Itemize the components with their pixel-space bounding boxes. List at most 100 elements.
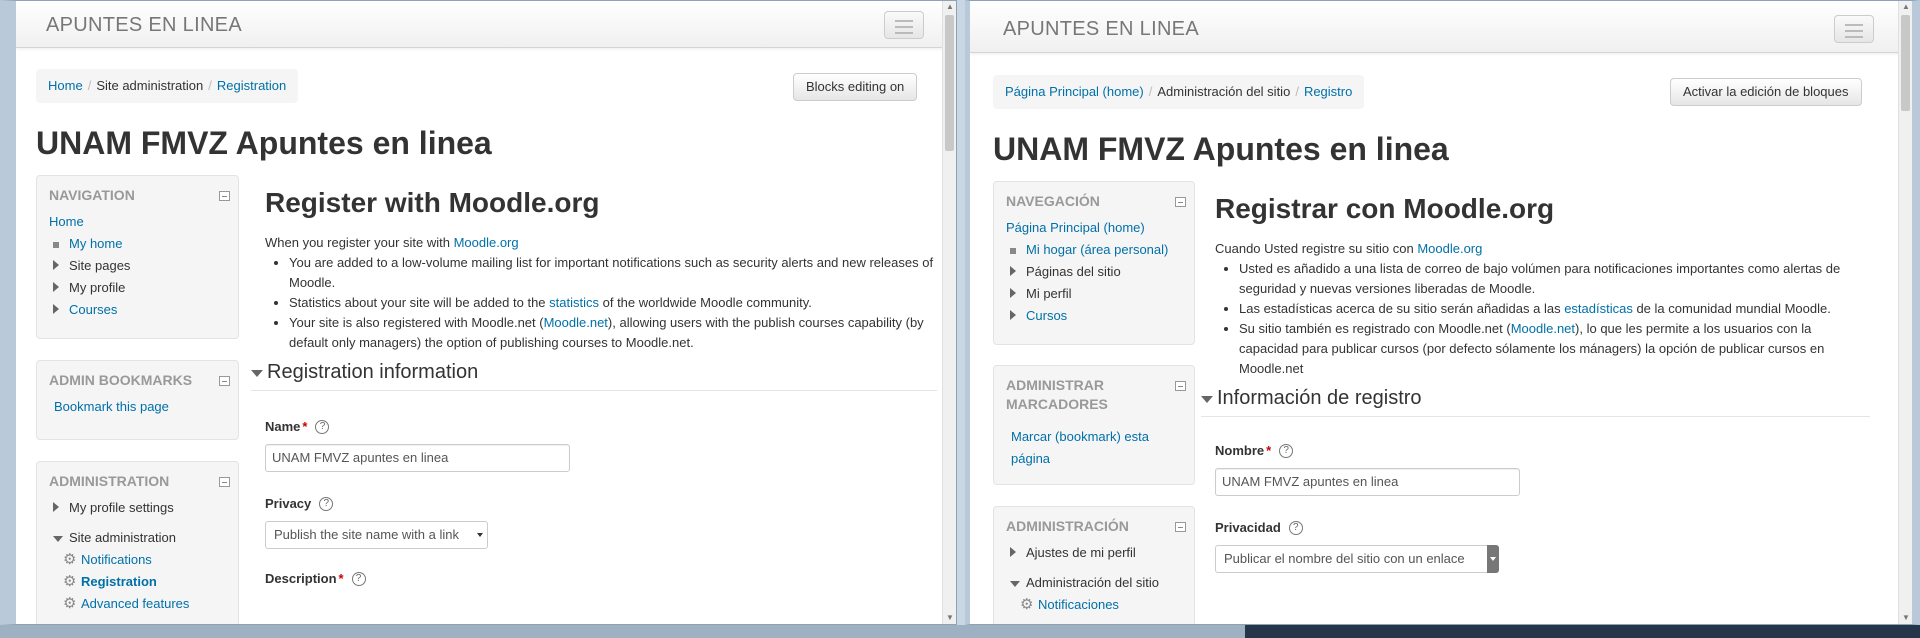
page-title: UNAM FMVZ Apuntes en linea [993,131,1449,167]
scroll-down-arrow[interactable]: ▼ [1899,612,1912,624]
bookmark-this-page-link[interactable]: Bookmark this page [54,399,169,414]
privacy-select[interactable]: Publicar el nombre del sitio con un enla… [1215,545,1499,573]
vertical-scrollbar[interactable]: ▲ ▼ [1898,1,1912,624]
admin-bookmarks-block: ADMIN BOOKMARKS Bookmark this page [36,360,239,440]
menu-toggle-button[interactable] [884,11,924,39]
name-input[interactable]: UNAM FMVZ apuntes en linea [265,444,570,472]
admin-my-profile-settings[interactable]: Ajustes de mi perfil [1026,545,1136,560]
minimize-icon[interactable] [219,191,230,201]
minimize-icon[interactable] [219,477,230,487]
nav-home[interactable]: Página Principal (home) [1006,220,1145,235]
nav-my-profile[interactable]: Mi perfil [1026,286,1072,301]
blocks-editing-button[interactable]: Activar la edición de bloques [1670,78,1862,106]
navigation-block-title: NAVIGATION [49,187,135,203]
admin-notifications[interactable]: Notificaciones [1038,597,1119,612]
nav-my-profile[interactable]: My profile [69,280,125,295]
main-heading: Registrar con Moodle.org [1215,193,1555,224]
breadcrumb-home[interactable]: Home [48,78,83,93]
expand-arrow-icon[interactable] [1010,261,1016,283]
scroll-up-arrow[interactable]: ▲ [1899,1,1912,13]
minimize-icon[interactable] [1175,522,1186,532]
navigation-block: NAVIGATION Home My home Site pages My pr… [36,175,239,339]
breadcrumb-registration[interactable]: Registro [1304,84,1352,99]
nav-my-home[interactable]: Mi hogar (área personal) [1026,242,1168,257]
admin-notifications[interactable]: Notifications [81,552,152,567]
nav-site-pages[interactable]: Páginas del sitio [1026,264,1121,279]
taskbar-area [1245,623,1920,638]
moodle-org-link[interactable]: Moodle.org [1417,241,1482,256]
scrollbar-thumb[interactable] [945,15,954,151]
brand-link[interactable]: APUNTES EN LINEA [46,14,242,37]
navigation-block-title: NAVEGACIÓN [1006,193,1100,209]
brand-link[interactable]: APUNTES EN LINEA [1003,18,1199,41]
nav-home[interactable]: Home [49,214,84,229]
nav-courses[interactable]: Cursos [1026,308,1067,323]
nav-my-home[interactable]: My home [69,236,122,251]
gear-icon: ⚙ [1020,596,1034,613]
benefit-item: Las estadísticas acerca de su sitio será… [1239,299,1870,319]
window-divider [957,0,965,625]
collapse-arrow-icon[interactable] [1010,572,1020,594]
help-icon[interactable]: ? [1288,520,1303,535]
admin-advanced-features[interactable]: Advanced features [81,596,189,611]
admin-bookmarks-title: ADMIN BOOKMARKS [49,372,193,388]
expand-arrow-icon[interactable] [1010,542,1016,564]
chevron-down-icon [1487,545,1499,573]
scrollbar-thumb[interactable] [1901,15,1910,111]
registration-info-legend[interactable]: Registration information [251,361,937,391]
administration-title: ADMINISTRATION [49,473,170,489]
expand-arrow-icon[interactable] [53,497,59,519]
gear-icon: ⚙ [63,573,77,590]
expand-arrow-icon[interactable] [1010,283,1016,305]
collapse-arrow-icon[interactable] [53,527,63,549]
chevron-down-icon [477,533,483,537]
scroll-down-arrow[interactable]: ▼ [943,612,956,624]
menu-toggle-button[interactable] [1834,15,1874,43]
main-content: Register with Moodle.org When you regist… [251,187,937,586]
minimize-icon[interactable] [1175,381,1186,391]
benefit-item: Your site is also registered with Moodle… [289,313,937,353]
privacy-label: Privacidad? [1215,520,1870,535]
breadcrumb-home[interactable]: Página Principal (home) [1005,84,1144,99]
help-icon[interactable]: ? [351,571,366,586]
statistics-link[interactable]: estadísticas [1564,301,1633,316]
name-input[interactable]: UNAM FMVZ apuntes en linea [1215,468,1520,496]
moodle-net-link[interactable]: Moodle.net [1511,321,1575,336]
help-icon[interactable]: ? [1279,443,1294,458]
administration-title: ADMINISTRACIÓN [1006,518,1129,534]
right-browser-window: APUNTES EN LINEA Página Principal (home)… [965,0,1920,625]
expand-arrow-icon[interactable] [53,299,59,321]
vertical-scrollbar[interactable]: ▲ ▼ [942,1,956,624]
description-label: Description *? [265,571,937,586]
bookmark-this-page-link[interactable]: Marcar (bookmark) esta [1011,429,1149,444]
administration-block: ADMINISTRATION My profile settings Site … [36,461,239,624]
expand-arrow-icon[interactable] [53,277,59,299]
admin-site-administration[interactable]: Administración del sitio [1026,575,1159,590]
minimize-icon[interactable] [1175,197,1186,207]
bullet-icon [1010,239,1016,261]
expand-arrow-icon[interactable] [53,255,59,277]
breadcrumb-registration[interactable]: Registration [217,78,286,93]
intro-text: Cuando Usted registre su sitio con [1215,241,1418,256]
admin-my-profile-settings[interactable]: My profile settings [69,500,174,515]
moodle-net-link[interactable]: Moodle.net [544,315,608,330]
privacy-select[interactable]: Publish the site name with a link [265,521,488,549]
statistics-link[interactable]: statistics [549,295,599,310]
help-icon[interactable]: ? [319,496,334,511]
navbar: APUNTES EN LINEA [16,1,956,48]
admin-registration[interactable]: Registration [81,574,157,589]
admin-bookmarks-title: ADMINISTRAR [1006,377,1104,393]
minimize-icon[interactable] [219,376,230,386]
nav-site-pages[interactable]: Site pages [69,258,130,273]
moodle-org-link[interactable]: Moodle.org [454,235,519,250]
registration-info-legend[interactable]: Información de registro [1201,387,1870,417]
benefit-item: You are added to a low-volume mailing li… [289,253,937,293]
help-icon[interactable]: ? [315,419,330,434]
nav-courses[interactable]: Courses [69,302,117,317]
expand-arrow-icon[interactable] [1010,305,1016,327]
bookmark-this-page-link-line2[interactable]: página [1011,451,1050,466]
desktop-background [0,623,1245,638]
admin-site-administration[interactable]: Site administration [69,530,176,545]
blocks-editing-button[interactable]: Blocks editing on [793,73,918,101]
scroll-up-arrow[interactable]: ▲ [943,1,956,13]
